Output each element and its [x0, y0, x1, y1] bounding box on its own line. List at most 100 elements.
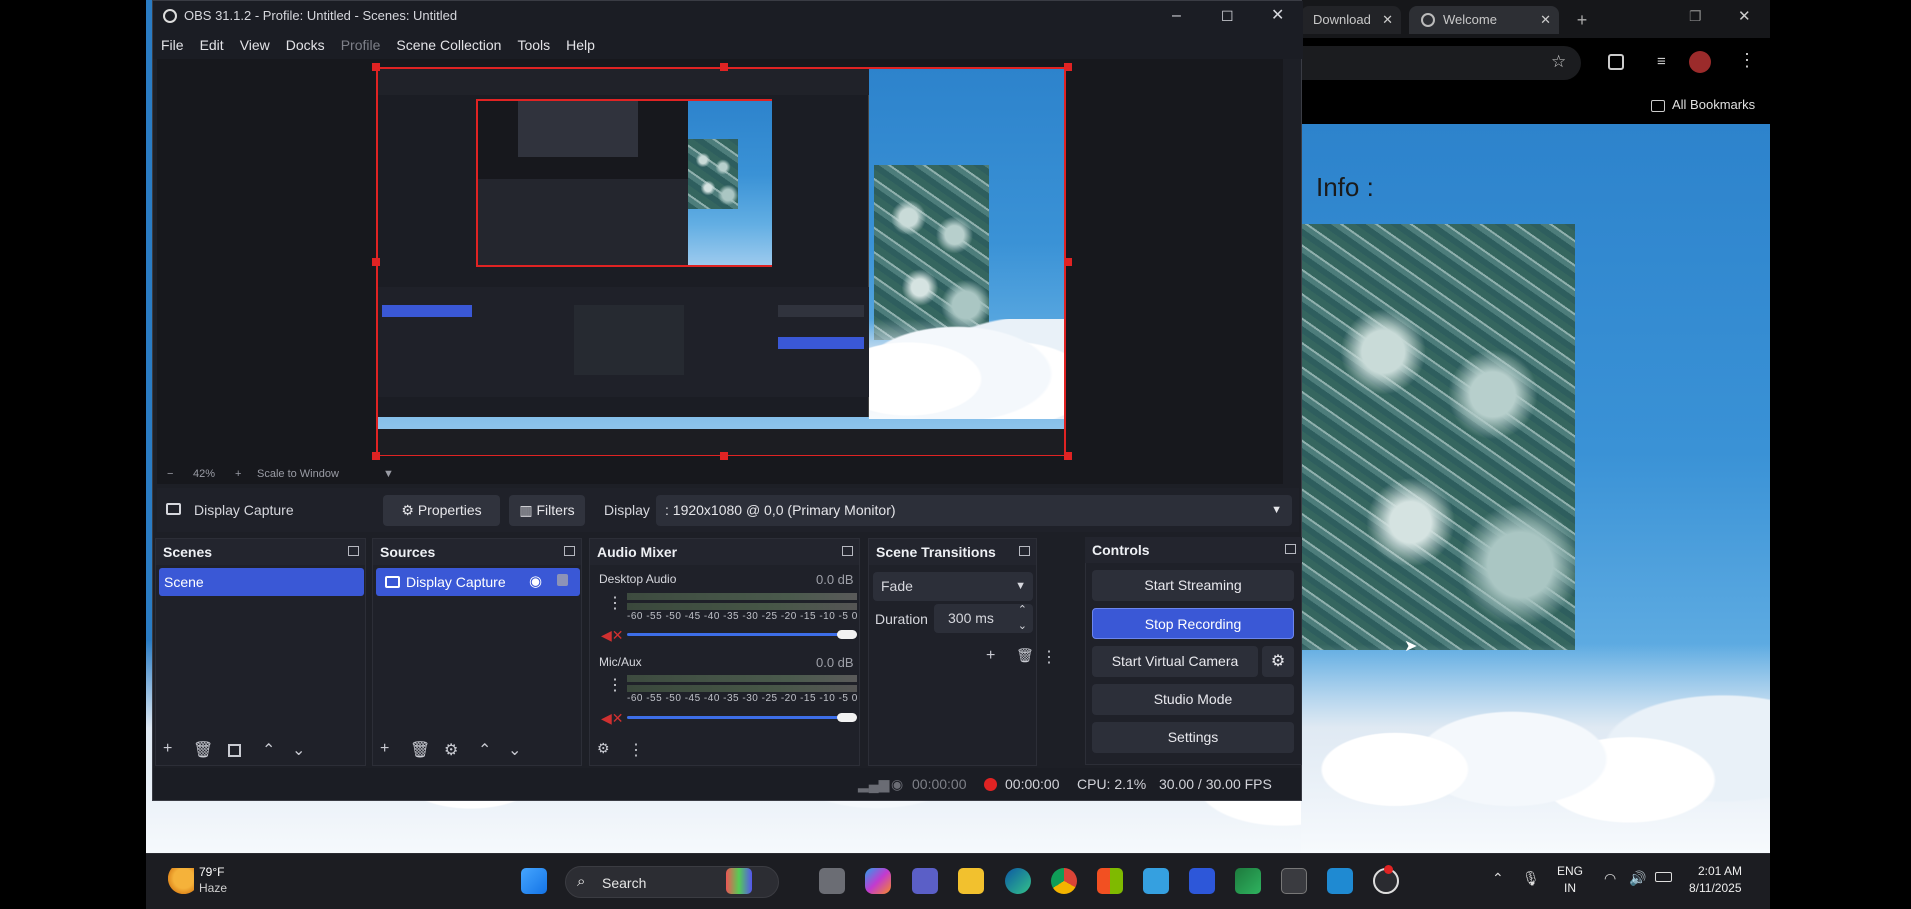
- resize-handle[interactable]: [720, 452, 728, 460]
- add-icon[interactable]: +: [380, 740, 389, 758]
- app-icon[interactable]: [1189, 868, 1215, 894]
- media-icon[interactable]: ≡: [1657, 53, 1666, 70]
- browser-tab[interactable]: Download ✕: [1301, 6, 1401, 34]
- notepad-icon[interactable]: [1143, 868, 1169, 894]
- restore-icon[interactable]: ❐: [1689, 8, 1702, 25]
- mute-icon[interactable]: ◀✕: [601, 627, 624, 644]
- more-icon[interactable]: ⋮: [1738, 50, 1756, 71]
- resize-handle[interactable]: [372, 63, 380, 71]
- star-icon[interactable]: ☆: [1551, 52, 1566, 72]
- resize-handle[interactable]: [1064, 258, 1072, 266]
- weather-icon[interactable]: [168, 868, 194, 894]
- browser-tab-active[interactable]: Welcome ✕: [1409, 6, 1559, 34]
- close-icon[interactable]: ✕: [1382, 6, 1393, 34]
- trash-icon[interactable]: 🗑: [193, 740, 213, 760]
- undock-icon[interactable]: [1019, 546, 1030, 556]
- vscode-icon[interactable]: [1327, 868, 1353, 894]
- edge-icon[interactable]: [1005, 868, 1031, 894]
- clock-time[interactable]: 2:01 AM: [1698, 864, 1742, 878]
- duration-spinbox[interactable]: 300 ms ⌃ ⌄: [934, 604, 1033, 633]
- advanced-audio-icon[interactable]: ⚙: [597, 740, 610, 757]
- trash-icon[interactable]: 🗑: [1016, 647, 1034, 664]
- gear-icon[interactable]: ⚙: [444, 740, 458, 760]
- start-streaming-button[interactable]: Start Streaming: [1092, 570, 1294, 601]
- extensions-icon[interactable]: [1608, 54, 1624, 70]
- zoom-out-button[interactable]: −: [167, 464, 173, 484]
- resize-handle[interactable]: [1064, 452, 1072, 460]
- all-bookmarks-link[interactable]: All Bookmarks: [1672, 97, 1755, 112]
- menu-help[interactable]: Help: [558, 31, 603, 59]
- add-icon[interactable]: +: [986, 647, 995, 665]
- volume-slider-knob[interactable]: [837, 630, 857, 639]
- preview-canvas[interactable]: [157, 59, 1283, 464]
- menu-tools[interactable]: Tools: [509, 31, 558, 59]
- spin-arrows-icon[interactable]: ⌃ ⌄: [1018, 602, 1027, 634]
- filter-icon[interactable]: [228, 744, 241, 757]
- more-icon[interactable]: ⋮: [628, 740, 644, 760]
- volume-icon[interactable]: 🔊: [1629, 870, 1646, 887]
- sheets-icon[interactable]: [1235, 868, 1261, 894]
- chevron-down-icon[interactable]: ▼: [383, 464, 394, 484]
- resize-handle[interactable]: [372, 452, 380, 460]
- maximize-icon[interactable]: ☐: [1221, 1, 1234, 31]
- menu-scene-collection[interactable]: Scene Collection: [388, 31, 509, 59]
- lock-icon[interactable]: [557, 574, 568, 586]
- task-view-icon[interactable]: [819, 868, 845, 894]
- undock-icon[interactable]: [842, 546, 853, 556]
- filters-button[interactable]: ▥ Filters: [509, 495, 585, 526]
- more-icon[interactable]: ⋮: [607, 593, 623, 613]
- move-up-icon[interactable]: ⌃: [478, 740, 491, 760]
- resize-handle[interactable]: [372, 258, 380, 266]
- chrome-icon[interactable]: [1051, 868, 1077, 894]
- close-icon[interactable]: ✕: [1540, 6, 1551, 34]
- file-explorer-icon[interactable]: [958, 868, 984, 894]
- zoom-in-button[interactable]: +: [235, 464, 241, 484]
- eye-icon[interactable]: ◉: [529, 568, 542, 596]
- undock-icon[interactable]: [564, 546, 575, 556]
- copilot-icon[interactable]: [865, 868, 891, 894]
- battery-icon[interactable]: [1655, 872, 1672, 882]
- close-window-icon[interactable]: ✕: [1738, 7, 1751, 25]
- source-list-item[interactable]: Display Capture ◉: [376, 568, 580, 596]
- move-down-icon[interactable]: ⌄: [292, 740, 305, 760]
- move-up-icon[interactable]: ⌃: [262, 740, 275, 760]
- undock-icon[interactable]: [1285, 544, 1296, 554]
- menu-view[interactable]: View: [232, 31, 278, 59]
- volume-slider[interactable]: [627, 716, 847, 719]
- microphone-icon[interactable]: 🎙: [1522, 870, 1540, 887]
- volume-slider[interactable]: [627, 633, 847, 636]
- menu-profile[interactable]: Profile: [333, 31, 389, 59]
- resize-handle[interactable]: [1064, 63, 1072, 71]
- books-icon[interactable]: [726, 868, 752, 894]
- start-virtual-camera-button[interactable]: Start Virtual Camera: [1092, 646, 1258, 677]
- wifi-icon[interactable]: ◠: [1604, 870, 1616, 887]
- store-icon[interactable]: [1097, 868, 1123, 894]
- avatar[interactable]: [1689, 51, 1711, 73]
- address-bar[interactable]: [1301, 46, 1581, 80]
- clock-date[interactable]: 8/11/2025: [1689, 881, 1742, 895]
- move-down-icon[interactable]: ⌄: [508, 740, 521, 760]
- volume-slider-knob[interactable]: [837, 713, 857, 722]
- more-icon[interactable]: ⋮: [607, 675, 623, 695]
- trash-icon[interactable]: 🗑: [410, 740, 430, 760]
- preview-capture[interactable]: [376, 67, 1066, 456]
- stop-recording-button[interactable]: Stop Recording: [1092, 608, 1294, 639]
- close-icon[interactable]: ✕: [1271, 1, 1284, 31]
- language-primary[interactable]: ENG: [1557, 864, 1583, 878]
- teams-icon[interactable]: [912, 868, 938, 894]
- windows-start-icon[interactable]: [521, 868, 547, 894]
- mute-icon[interactable]: ◀✕: [601, 710, 624, 727]
- menu-edit[interactable]: Edit: [192, 31, 232, 59]
- menu-docks[interactable]: Docks: [278, 31, 333, 59]
- gear-icon[interactable]: ⚙: [1262, 646, 1294, 677]
- minimize-icon[interactable]: –: [1172, 1, 1181, 31]
- more-icon[interactable]: ⋮: [1041, 647, 1057, 667]
- settings-button[interactable]: Settings: [1092, 722, 1294, 753]
- scale-mode[interactable]: Scale to Window: [257, 464, 339, 484]
- properties-button[interactable]: ⚙ Properties: [383, 495, 500, 526]
- language-secondary[interactable]: IN: [1564, 881, 1576, 895]
- terminal-icon[interactable]: [1281, 868, 1307, 894]
- new-tab-icon[interactable]: +: [1572, 10, 1592, 30]
- menu-file[interactable]: File: [153, 31, 192, 59]
- add-icon[interactable]: +: [163, 740, 172, 758]
